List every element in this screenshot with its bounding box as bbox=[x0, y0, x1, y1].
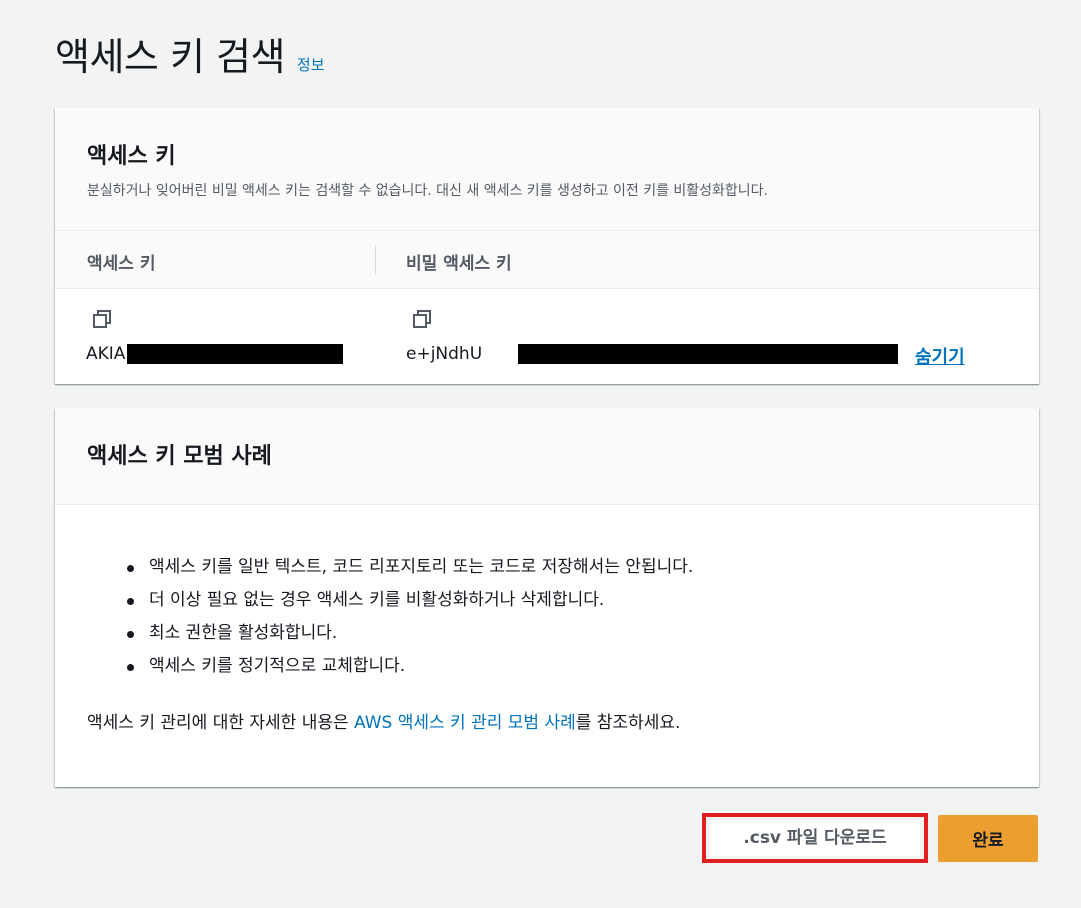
best-practices-panel: 액세스 키 모범 사례 액세스 키를 일반 텍스트, 코드 리포지토리 또는 코… bbox=[55, 408, 1039, 787]
secret-key-value: e+jNdhU bbox=[406, 344, 483, 364]
note-prefix: 액세스 키 관리에 대한 자세한 내용은 bbox=[87, 713, 355, 733]
info-link[interactable]: 정보 bbox=[297, 54, 325, 75]
page-title: 액세스 키 검색 bbox=[55, 35, 285, 79]
list-item: 액세스 키를 정기적으로 교체합니다. bbox=[127, 650, 1007, 683]
page-header: 액세스 키 검색 정보 bbox=[55, 26, 325, 81]
column-header-secret-key: 비밀 액세스 키 bbox=[406, 254, 512, 274]
access-keys-panel-header: 액세스 키 분실하거나 잊어버린 비밀 액세스 키는 검색할 수 없습니다. 대… bbox=[55, 108, 1039, 231]
best-practices-panel-title: 액세스 키 모범 사례 bbox=[87, 444, 272, 469]
csv-highlight-box: .csv 파일 다운로드 bbox=[702, 813, 928, 863]
copy-icon[interactable] bbox=[412, 309, 432, 329]
list-item: 액세스 키를 일반 텍스트, 코드 리포지토리 또는 코드로 저장해서는 안됩니… bbox=[127, 551, 1007, 584]
access-key-value: AKIA bbox=[86, 344, 126, 364]
list-item: 더 이상 필요 없는 경우 액세스 키를 비활성화하거나 삭제합니다. bbox=[127, 584, 1007, 617]
copy-icon[interactable] bbox=[92, 309, 112, 329]
best-practices-note: 액세스 키 관리에 대한 자세한 내용은 AWS 액세스 키 관리 모범 사례를… bbox=[87, 708, 1007, 733]
key-table-header: 액세스 키 비밀 액세스 키 bbox=[55, 231, 1039, 289]
column-header-access-key: 액세스 키 bbox=[87, 254, 156, 274]
column-divider bbox=[375, 245, 376, 275]
download-csv-button[interactable]: .csv 파일 다운로드 bbox=[710, 820, 920, 856]
hide-secret-link[interactable]: 숨기기 bbox=[915, 343, 965, 369]
key-table-row: AKIA e+jNdhU 숨기기 bbox=[55, 289, 1039, 384]
note-suffix: 를 참조하세요. bbox=[575, 713, 681, 733]
best-practices-panel-header: 액세스 키 모범 사례 bbox=[55, 408, 1039, 505]
access-keys-panel-title: 액세스 키 bbox=[87, 144, 176, 169]
best-practices-body: 액세스 키를 일반 텍스트, 코드 리포지토리 또는 코드로 저장해서는 안됩니… bbox=[55, 505, 1039, 733]
redaction-bar-secret-key bbox=[518, 344, 898, 364]
redaction-bar-access-key bbox=[127, 344, 343, 364]
access-keys-panel: 액세스 키 분실하거나 잊어버린 비밀 액세스 키는 검색할 수 없습니다. 대… bbox=[55, 108, 1039, 384]
best-practices-link[interactable]: AWS 액세스 키 관리 모범 사례 bbox=[354, 713, 576, 733]
action-bar: .csv 파일 다운로드 완료 bbox=[702, 813, 1038, 863]
access-keys-panel-description: 분실하거나 잊어버린 비밀 액세스 키는 검색할 수 없습니다. 대신 새 액세… bbox=[87, 183, 769, 199]
best-practices-list: 액세스 키를 일반 텍스트, 코드 리포지토리 또는 코드로 저장해서는 안됩니… bbox=[127, 551, 1007, 683]
done-button[interactable]: 완료 bbox=[938, 814, 1038, 862]
list-item: 최소 권한을 활성화합니다. bbox=[127, 617, 1007, 650]
